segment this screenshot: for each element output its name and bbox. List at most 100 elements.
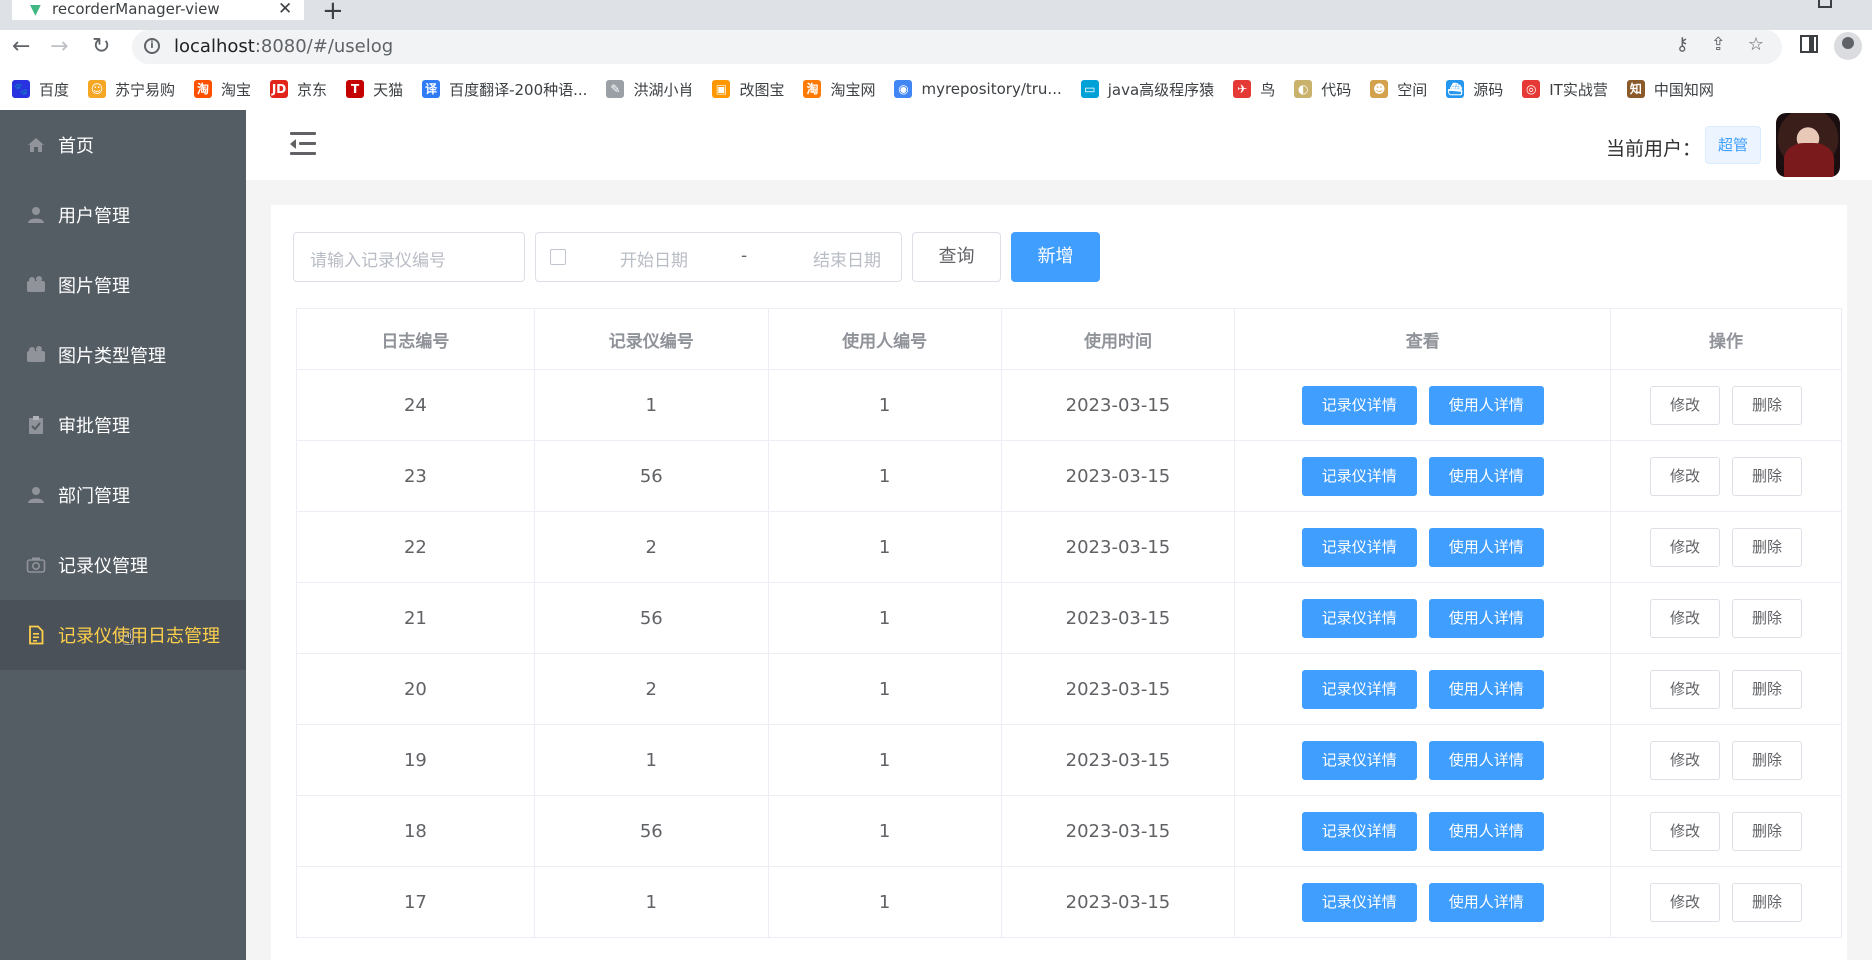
sidebar-item[interactable]: 记录仪管理 <box>0 530 246 600</box>
user-detail-button[interactable]: 使用人详情 <box>1428 456 1544 496</box>
share-icon[interactable]: ⇪ <box>1711 34 1726 55</box>
user-detail-button[interactable]: 使用人详情 <box>1428 740 1544 780</box>
delete-button[interactable]: 删除 <box>1732 669 1803 709</box>
delete-button[interactable]: 删除 <box>1732 811 1803 851</box>
view-header: 查看 <box>1235 309 1612 369</box>
bookmark-item[interactable]: ◉ myrepository/tru... <box>894 80 1062 98</box>
bookmark-item[interactable]: ☺ 苏宁易购 <box>88 79 175 100</box>
recorder-detail-button[interactable]: 记录仪详情 <box>1301 882 1417 922</box>
info-icon[interactable]: i <box>144 38 160 54</box>
actions-header: 操作 <box>1611 309 1842 369</box>
red-bird-icon: ✈ <box>1233 80 1252 98</box>
recorder-id-cell: 1 <box>535 725 769 795</box>
back-icon[interactable]: ← <box>12 34 30 59</box>
start-date-placeholder[interactable]: 开始日期 <box>620 246 688 271</box>
edit-button[interactable]: 修改 <box>1650 598 1721 638</box>
sidebar-item[interactable]: 图片类型管理 <box>0 320 246 390</box>
recorder-id-input[interactable]: 请输入记录仪编号 <box>293 232 525 282</box>
delete-button[interactable]: 删除 <box>1732 740 1803 780</box>
bookmark-item[interactable]: 🐾 百度 <box>12 79 69 100</box>
bookmark-item[interactable]: ▭ java高级程序猿 <box>1080 79 1214 100</box>
bookmark-item[interactable]: 淘淘宝网 <box>803 79 875 100</box>
avatar[interactable] <box>1776 113 1840 177</box>
address-bar[interactable]: i localhost:8080/#/uselog ⚷ ⇪ ☆ <box>132 30 1782 64</box>
window-restore-icon[interactable] <box>1818 0 1832 8</box>
user-detail-button[interactable]: 使用人详情 <box>1428 669 1544 709</box>
bookmark-item[interactable]: T 天猫 <box>346 79 403 100</box>
bookmark-item[interactable]: ✈ 鸟 <box>1233 79 1275 100</box>
bird-icon: ✎ <box>606 80 625 98</box>
edit-button[interactable]: 修改 <box>1650 385 1721 425</box>
recorder-detail-button[interactable]: 记录仪详情 <box>1301 385 1417 425</box>
recorder-detail-button[interactable]: 记录仪详情 <box>1301 456 1417 496</box>
sidebar-item[interactable]: 首页 <box>0 110 246 180</box>
picture-type-icon <box>26 345 46 365</box>
delete-button[interactable]: 删除 <box>1732 882 1803 922</box>
recorder-detail-button[interactable]: 记录仪详情 <box>1301 811 1417 851</box>
sidebar-item[interactable]: 记录仪使用日志管理 ☝ <box>0 600 246 670</box>
reload-icon[interactable]: ↻ <box>92 34 110 59</box>
edit-button[interactable]: 修改 <box>1650 811 1721 851</box>
recorder-detail-button[interactable]: 记录仪详情 <box>1301 740 1417 780</box>
top-header: 当前用户： 超管 <box>246 110 1872 180</box>
bookmark-label: 天猫 <box>373 80 404 99</box>
new-tab-icon[interactable]: + <box>322 0 344 26</box>
edit-button[interactable]: 修改 <box>1650 527 1721 567</box>
recorder-detail-button[interactable]: 记录仪详情 <box>1301 669 1417 709</box>
browser-tab[interactable]: ▼ recorderManager-view ✕ <box>12 0 304 20</box>
user-detail-button[interactable]: 使用人详情 <box>1428 882 1544 922</box>
bookmark-item[interactable]: JD 京东 <box>270 79 327 100</box>
calendar-icon <box>550 249 566 265</box>
edit-button[interactable]: 修改 <box>1650 669 1721 709</box>
sidebar-item[interactable]: 用户管理 <box>0 180 246 250</box>
bookmark-item[interactable]: 淘淘宝 <box>194 79 251 100</box>
user-detail-button[interactable]: 使用人详情 <box>1428 527 1544 567</box>
delete-button[interactable]: 删除 <box>1732 456 1803 496</box>
recorder-detail-button[interactable]: 记录仪详情 <box>1301 598 1417 638</box>
bilibili-icon: ▭ <box>1080 80 1099 98</box>
use-time-cell: 2023-03-15 <box>1002 796 1236 866</box>
bookmark-item[interactable]: ☻ 空间 <box>1370 79 1427 100</box>
sidebar-item[interactable]: 部门管理 <box>0 460 246 530</box>
bookmark-item[interactable]: ⛴ 源码 <box>1446 79 1503 100</box>
bookmark-item[interactable]: ▣ 改图宝 <box>712 79 784 100</box>
recorder-id-placeholder: 请输入记录仪编号 <box>310 251 446 271</box>
profile-icon[interactable] <box>1834 32 1862 60</box>
bookmark-item[interactable]: ◎ IT实战营 <box>1522 79 1608 100</box>
side-panel-icon[interactable] <box>1800 35 1818 53</box>
add-button[interactable]: 新增 <box>1011 232 1100 282</box>
use-time-cell: 2023-03-15 <box>1002 441 1236 511</box>
delete-button[interactable]: 删除 <box>1732 527 1803 567</box>
log-id-cell: 23 <box>297 441 535 511</box>
star-icon[interactable]: ☆ <box>1748 34 1764 55</box>
end-date-placeholder[interactable]: 结束日期 <box>813 246 881 271</box>
menu-collapse-icon[interactable] <box>290 132 316 156</box>
url-text[interactable]: localhost:8080/#/uselog <box>174 36 393 57</box>
bookmark-item[interactable]: ✎ 洪湖小肖 <box>606 79 693 100</box>
key-icon[interactable]: ⚷ <box>1676 34 1689 55</box>
edit-button[interactable]: 修改 <box>1650 740 1721 780</box>
sidebar-item[interactable]: 图片管理 <box>0 250 246 320</box>
sidebar-item[interactable]: 审批管理 <box>0 390 246 460</box>
forward-icon[interactable]: → <box>50 34 68 59</box>
range-separator: - <box>741 246 748 266</box>
recorder-id-cell: 56 <box>535 796 769 866</box>
view-cell: 记录仪详情 使用人详情 <box>1235 512 1612 582</box>
user-detail-button[interactable]: 使用人详情 <box>1428 598 1544 638</box>
user-detail-button[interactable]: 使用人详情 <box>1428 811 1544 851</box>
edit-button[interactable]: 修改 <box>1650 882 1721 922</box>
log-id-cell: 21 <box>297 583 535 653</box>
delete-button[interactable]: 删除 <box>1732 598 1803 638</box>
query-button[interactable]: 查询 <box>912 232 1001 282</box>
edit-button[interactable]: 修改 <box>1650 456 1721 496</box>
user-detail-button[interactable]: 使用人详情 <box>1428 385 1544 425</box>
recorder-detail-button[interactable]: 记录仪详情 <box>1301 527 1417 567</box>
bookmark-item[interactable]: 知中国知网 <box>1626 79 1714 100</box>
bookmark-item[interactable]: 译百度翻译-200种语... <box>422 79 587 100</box>
bookmark-item[interactable]: ◐ 代码 <box>1294 79 1351 100</box>
close-icon[interactable]: ✕ <box>278 0 292 19</box>
log-id-cell: 24 <box>297 370 535 440</box>
date-range-picker[interactable]: 开始日期 - 结束日期 <box>535 232 902 282</box>
log-id-cell: 22 <box>297 512 535 582</box>
delete-button[interactable]: 删除 <box>1732 385 1803 425</box>
